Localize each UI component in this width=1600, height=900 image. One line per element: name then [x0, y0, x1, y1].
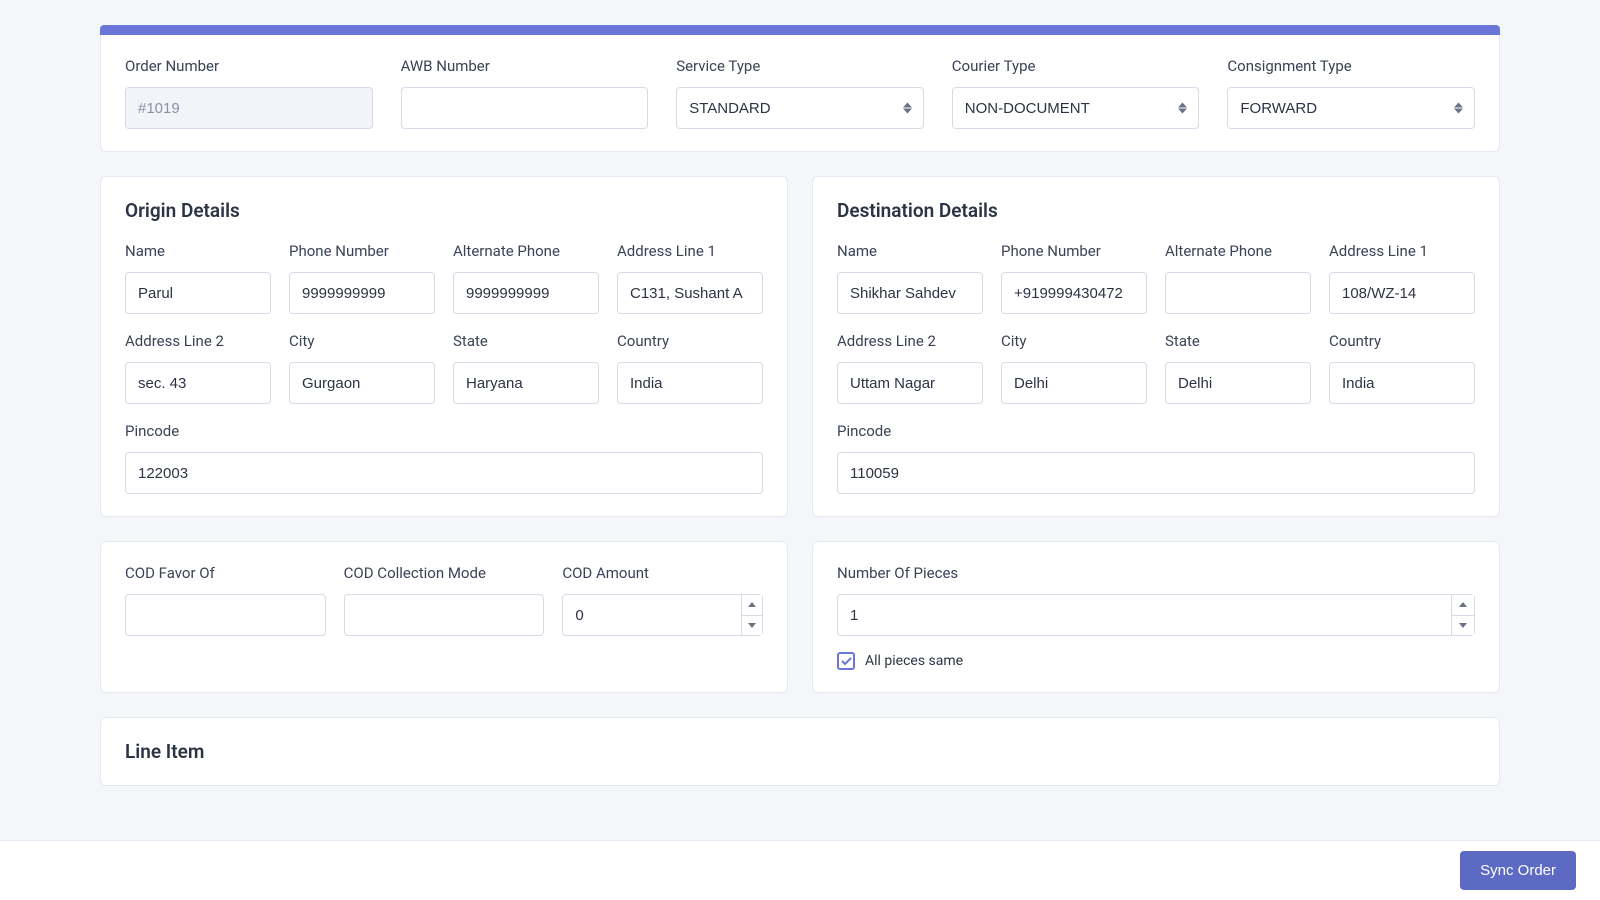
dest-addr2-label: Address Line 2: [837, 332, 983, 350]
dest-pincode-label: Pincode: [837, 422, 1475, 440]
awb-number-label: AWB Number: [401, 57, 649, 75]
dest-state-label: State: [1165, 332, 1311, 350]
accent-bar: [100, 25, 1500, 35]
dest-addr2-input[interactable]: [837, 362, 983, 404]
cod-amount-up-button[interactable]: [742, 595, 762, 616]
dest-alt-label: Alternate Phone: [1165, 242, 1311, 260]
all-pieces-same-label: All pieces same: [865, 653, 963, 669]
origin-city-input[interactable]: [289, 362, 435, 404]
dest-state-input[interactable]: [1165, 362, 1311, 404]
order-number-label: Order Number: [125, 57, 373, 75]
destination-title: Destination Details: [837, 199, 1475, 222]
sync-order-button[interactable]: Sync Order: [1460, 851, 1576, 890]
origin-name-input[interactable]: [125, 272, 271, 314]
origin-city-label: City: [289, 332, 435, 350]
dest-name-label: Name: [837, 242, 983, 260]
dest-phone-input[interactable]: [1001, 272, 1147, 314]
service-type-label: Service Type: [676, 57, 924, 75]
pieces-number-label: Number Of Pieces: [837, 564, 1475, 582]
origin-addr1-input[interactable]: [617, 272, 763, 314]
consignment-type-label: Consignment Type: [1227, 57, 1475, 75]
origin-pincode-input[interactable]: [125, 452, 763, 494]
cod-mode-input[interactable]: [344, 594, 545, 636]
cod-card: COD Favor Of COD Collection Mode COD Amo…: [100, 541, 788, 693]
origin-alt-label: Alternate Phone: [453, 242, 599, 260]
all-pieces-same-checkbox[interactable]: [837, 652, 855, 670]
origin-name-label: Name: [125, 242, 271, 260]
dest-city-input[interactable]: [1001, 362, 1147, 404]
origin-state-label: State: [453, 332, 599, 350]
origin-pincode-label: Pincode: [125, 422, 763, 440]
origin-state-input[interactable]: [453, 362, 599, 404]
origin-country-input[interactable]: [617, 362, 763, 404]
service-type-select[interactable]: [676, 87, 924, 129]
dest-addr1-label: Address Line 1: [1329, 242, 1475, 260]
form-scroll[interactable]: Order Number AWB Number Service Type Co: [0, 0, 1600, 840]
origin-alt-input[interactable]: [453, 272, 599, 314]
origin-phone-input[interactable]: [289, 272, 435, 314]
footer-bar: Sync Order: [0, 840, 1600, 900]
origin-addr2-label: Address Line 2: [125, 332, 271, 350]
origin-addr1-label: Address Line 1: [617, 242, 763, 260]
awb-number-input[interactable]: [401, 87, 649, 129]
cod-amount-down-button[interactable]: [742, 616, 762, 636]
dest-pincode-input[interactable]: [837, 452, 1475, 494]
cod-amount-input[interactable]: [562, 594, 741, 636]
origin-country-label: Country: [617, 332, 763, 350]
dest-city-label: City: [1001, 332, 1147, 350]
dest-alt-input[interactable]: [1165, 272, 1311, 314]
consignment-type-select[interactable]: [1227, 87, 1475, 129]
cod-favor-label: COD Favor Of: [125, 564, 326, 582]
dest-country-input[interactable]: [1329, 362, 1475, 404]
cod-amount-label: COD Amount: [562, 564, 763, 582]
origin-details-card: Origin Details Name Phone Number Alterna…: [100, 176, 788, 517]
pieces-down-button[interactable]: [1452, 616, 1474, 636]
origin-title: Origin Details: [125, 199, 763, 222]
origin-phone-label: Phone Number: [289, 242, 435, 260]
pieces-number-input[interactable]: [837, 594, 1452, 636]
line-item-card: Line Item: [100, 717, 1500, 786]
pieces-card: Number Of Pieces All pieces same: [812, 541, 1500, 693]
courier-type-select[interactable]: [952, 87, 1200, 129]
order-number-input: [125, 87, 373, 129]
line-item-title: Line Item: [125, 740, 1475, 763]
dest-name-input[interactable]: [837, 272, 983, 314]
dest-phone-label: Phone Number: [1001, 242, 1147, 260]
dest-country-label: Country: [1329, 332, 1475, 350]
cod-mode-label: COD Collection Mode: [344, 564, 545, 582]
dest-addr1-input[interactable]: [1329, 272, 1475, 314]
order-header-card: Order Number AWB Number Service Type Co: [100, 35, 1500, 152]
origin-addr2-input[interactable]: [125, 362, 271, 404]
courier-type-label: Courier Type: [952, 57, 1200, 75]
cod-favor-input[interactable]: [125, 594, 326, 636]
pieces-up-button[interactable]: [1452, 595, 1474, 616]
destination-details-card: Destination Details Name Phone Number Al…: [812, 176, 1500, 517]
